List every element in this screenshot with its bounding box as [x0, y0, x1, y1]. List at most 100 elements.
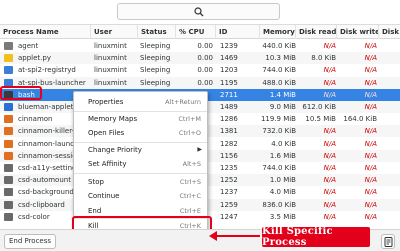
col-process-name[interactable]: Process Name: [0, 25, 91, 39]
cell-dx: [381, 113, 398, 125]
cell-id: 1252: [220, 176, 238, 185]
cell-dw: N/A: [364, 176, 377, 185]
cell-mem: 3.5 MiB: [269, 212, 296, 221]
cell-cpu: 0.00: [197, 42, 213, 50]
process-icon: [4, 103, 13, 111]
menu-item-change-priority[interactable]: Change Priority ▶: [74, 144, 207, 156]
menu-item-label: Set Affinity: [88, 160, 127, 168]
col-cpu[interactable]: % CPU: [176, 25, 216, 39]
menu-item-properties[interactable]: Properties Alt+Return: [74, 96, 207, 108]
process-icon: [4, 127, 13, 136]
table-row[interactable]: at-spi-bus-launcher linuxmint Sleeping 0.00…: [0, 76, 400, 89]
cell-dx: [381, 211, 398, 223]
process-icon: [4, 176, 13, 185]
cell-user: linuxmint: [94, 78, 127, 87]
annotation-callout: Kill Specific Process: [262, 226, 370, 248]
cell-dr: N/A: [323, 176, 336, 185]
cell-id: 1286: [220, 115, 238, 124]
cell-id: 2711: [220, 90, 238, 99]
col-status[interactable]: Status: [138, 25, 176, 39]
cell-mem: 836.0 KiB: [262, 200, 296, 209]
cell-status: Sleeping: [140, 66, 171, 75]
cell-dw: N/A: [364, 164, 377, 172]
cell-name: agent: [18, 42, 39, 50]
cell-dr: N/A: [323, 151, 336, 160]
cell-id: 1195: [220, 78, 238, 87]
cell-id: 1469: [220, 54, 238, 63]
menu-separator: [74, 173, 207, 174]
menu-item-label: Change Priority: [88, 146, 142, 154]
cell-mem: 119.9 MiB: [260, 115, 296, 124]
menu-item-label: Properties: [88, 98, 124, 106]
cell-id: 1156: [220, 151, 238, 160]
cell-dw: N/A: [364, 78, 377, 87]
col-id[interactable]: ID: [216, 25, 260, 39]
cell-user: linuxmint: [94, 66, 127, 75]
col-memory[interactable]: Memory: [260, 25, 296, 39]
cell-id: 1489: [220, 103, 238, 111]
cell-dx: [381, 174, 398, 186]
cell-dx: [381, 64, 398, 76]
cell-cpu: 0.00: [197, 54, 213, 63]
cell-status: Sleeping: [140, 78, 171, 87]
cell-cpu: 0.00: [197, 66, 213, 75]
cell-dw: N/A: [364, 127, 377, 136]
table-row[interactable]: at-spi2-registryd linuxmint Sleeping 0.00 12…: [0, 64, 400, 76]
process-properties-button[interactable]: [381, 234, 395, 249]
cell-mem: 10.3 MiB: [265, 54, 296, 63]
cell-dw: 164.0 KiB: [343, 115, 377, 124]
cell-id: 1237: [220, 188, 238, 197]
cell-dx: [381, 138, 398, 150]
menu-item-set-affinity[interactable]: Set Affinity Alt+S: [74, 158, 207, 170]
menu-item-label: Open Files: [88, 129, 125, 137]
cell-dw: N/A: [364, 200, 377, 209]
cell-dw: N/A: [364, 103, 377, 111]
cell-dw: N/A: [364, 42, 377, 50]
cell-dx: [381, 199, 398, 211]
col-disk-write[interactable]: Disk write: [337, 25, 379, 39]
menu-item-stop[interactable]: Stop Ctrl+S: [74, 176, 207, 188]
cell-dw: N/A: [364, 139, 377, 148]
cell-dx: [381, 40, 398, 52]
menu-item-memory-maps[interactable]: Memory Maps Ctrl+M: [74, 113, 207, 125]
cell-id: 1259: [220, 200, 238, 209]
col-user[interactable]: User: [91, 25, 138, 39]
process-icon: [4, 66, 13, 75]
search-icon: [193, 6, 203, 16]
table-row[interactable]: agent linuxmint Sleeping 0.00 1239 440.0 KiB N…: [0, 40, 400, 52]
cell-mem: 1.6 MiB: [269, 151, 296, 160]
cell-dr: N/A: [323, 200, 336, 209]
search-button[interactable]: [117, 3, 280, 20]
cell-user: linuxmint: [94, 54, 127, 63]
menu-item-open-files[interactable]: Open Files Ctrl+O: [74, 127, 207, 139]
cell-id: 1239: [220, 42, 238, 50]
cell-dx: [381, 52, 398, 64]
cell-mem: 1.0 MiB: [269, 176, 296, 185]
cell-dx: [381, 186, 398, 198]
cell-dr: 10.5 MiB: [305, 115, 336, 124]
process-icon: [4, 151, 13, 160]
cell-id: 1203: [220, 66, 238, 75]
cell-mem: 440.0 KiB: [262, 42, 296, 50]
cell-dr: 8.0 KiB: [311, 54, 336, 63]
menu-item-label: Stop: [88, 178, 104, 186]
col-disk-read[interactable]: Disk read: [296, 25, 337, 39]
process-icon: [4, 139, 13, 148]
menu-item-label: Continue: [88, 192, 120, 200]
cell-id: 1282: [220, 139, 238, 148]
cell-dr: N/A: [323, 78, 336, 87]
menu-item-shortcut: Ctrl+O: [178, 129, 201, 137]
menu-item-label: Memory Maps: [88, 115, 138, 123]
menu-item-continue[interactable]: Continue Ctrl+C: [74, 190, 207, 202]
col-disk[interactable]: Disk: [379, 25, 400, 39]
cell-dw: N/A: [364, 188, 377, 197]
menu-separator: [74, 111, 207, 112]
menu-item-shortcut: Ctrl+C: [179, 192, 201, 200]
cell-mem: 4.0 KiB: [271, 139, 296, 148]
cell-id: 1247: [220, 212, 238, 221]
properties-icon: [384, 236, 392, 247]
end-process-button[interactable]: End Process: [4, 234, 56, 249]
table-row[interactable]: applet.py linuxmint Sleeping 0.00 1469 10.3 M…: [0, 52, 400, 65]
cell-dr: N/A: [323, 188, 336, 197]
cell-dw: N/A: [364, 66, 377, 75]
